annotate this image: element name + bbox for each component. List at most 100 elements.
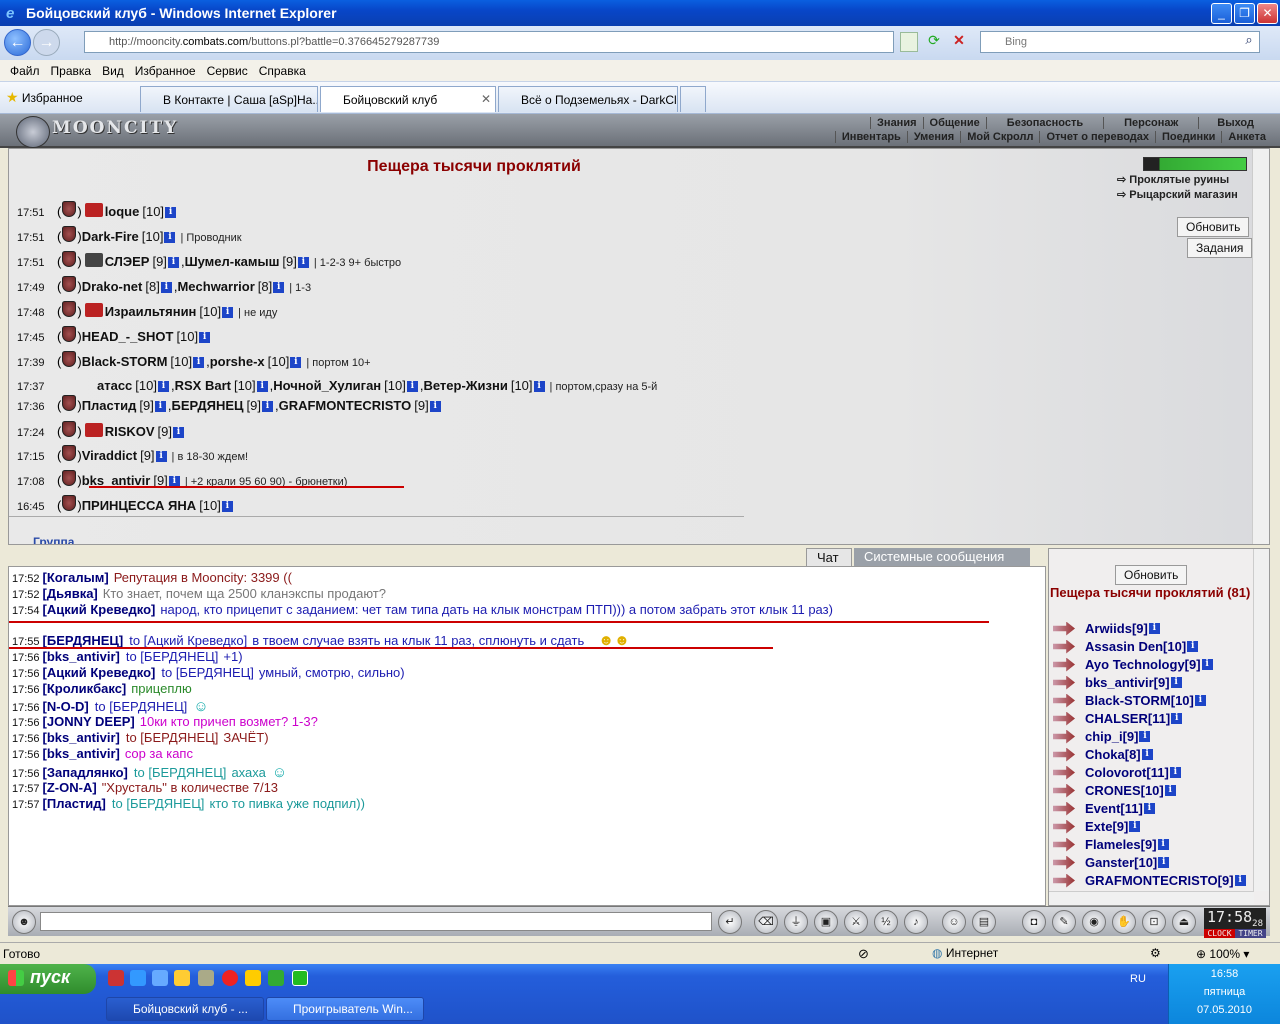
user-nick[interactable]: GRAFMONTECRISTO [1085,873,1218,888]
user-arrow-icon[interactable] [1053,819,1075,834]
refresh-users-button[interactable]: Обновить [1115,565,1188,585]
info-icon[interactable]: i [221,501,233,512]
maximize-button[interactable]: ❐ [1234,3,1255,24]
user-nick[interactable]: Assasin Den [1085,639,1163,654]
chat-author[interactable]: [N-O-D] [43,699,89,714]
send-icon[interactable]: ↵ [718,910,742,934]
chat-recipient[interactable]: to [БЕРДЯНЕЦ] [112,796,205,811]
chat-author[interactable]: [bks_antivir] [43,649,120,664]
user-nick[interactable]: CRONES [1085,783,1141,798]
tab-darkclub[interactable]: Всё о Подземельях - DarkCl... [498,86,678,112]
ratio-icon[interactable]: ½ [874,910,898,934]
chat-recipient[interactable]: to [БЕРДЯНЕЦ] [126,649,219,664]
info-icon[interactable]: i [261,401,273,412]
user-arrow-icon[interactable] [1053,765,1075,780]
forward-button[interactable]: → [33,29,60,56]
info-icon[interactable]: i [173,427,184,438]
eraser-icon[interactable]: ⌫ [754,910,778,934]
user-nick[interactable]: bks_antivir [1085,675,1154,690]
user-arrow-icon[interactable] [1053,675,1075,690]
minimize-button[interactable]: _ [1211,3,1232,24]
group-link[interactable]: Группа [33,535,74,544]
exit-icon[interactable]: ⏏ [1172,910,1196,934]
tab-system-messages[interactable]: Системные сообщения [854,548,1030,566]
menu-profile[interactable]: Анкета [1221,131,1272,143]
player-nick[interactable]: porshe-x [210,354,265,369]
search-input[interactable]: Bing [980,31,1260,53]
menu-help[interactable]: Справка [259,64,306,78]
info-icon[interactable]: i [273,282,285,293]
info-icon[interactable]: i [1201,658,1213,670]
menu-exit[interactable]: Выход [1198,117,1272,129]
info-icon[interactable]: i [1143,802,1155,814]
player-nick[interactable]: Viraddict [82,448,137,463]
room-scrollbar[interactable] [1252,149,1269,544]
start-button[interactable]: пуск [0,964,96,994]
smiley-icon[interactable]: ☺ [942,910,966,934]
chat-author[interactable]: [JONNY DEEP] [43,714,135,729]
user-nick[interactable]: chip_i [1085,729,1123,744]
protected-mode-icon[interactable]: ⚙ [1150,946,1161,960]
menu-file[interactable]: Файл [10,64,40,78]
player-nick[interactable]: БЕРДЯНЕЦ [171,398,243,413]
zoom-level[interactable]: ⊕ 100% ▾ [1196,947,1249,961]
player-nick[interactable]: Mechwarrior [177,279,254,294]
quicklaunch-media-icon[interactable] [245,970,261,986]
close-button[interactable]: ✕ [1257,3,1278,24]
sound-icon[interactable]: ♪ [904,910,928,934]
tab-vkontakte[interactable]: В Контакте | Саша [aSp]На... [140,86,318,112]
quicklaunch-explorer-icon[interactable] [152,970,168,986]
user-nick[interactable]: Choka [1085,747,1125,762]
filter-icon[interactable]: ⏚ [784,910,808,934]
compat-icon[interactable] [900,32,918,52]
chat-recipient[interactable]: to [БЕРДЯНЕЦ] [95,699,188,714]
info-icon[interactable]: i [1194,694,1206,706]
screen-icon[interactable]: ▤ [972,910,996,934]
chat-recipient[interactable]: to [БЕРДЯНЕЦ] [134,765,227,780]
user-arrow-icon[interactable] [1053,873,1075,888]
info-icon[interactable]: i [167,257,179,268]
save-icon[interactable]: ▣ [814,910,838,934]
user-arrow-icon[interactable] [1053,657,1075,672]
user-arrow-icon[interactable] [1053,621,1075,636]
users-scrollbar[interactable] [1253,549,1269,891]
info-icon[interactable]: i [165,207,177,218]
chat-input[interactable] [40,912,712,931]
quicklaunch-opera-icon[interactable] [108,970,124,986]
user-arrow-icon[interactable] [1053,693,1075,708]
users-hscrollbar[interactable] [1049,891,1254,905]
info-icon[interactable]: i [429,401,441,412]
favorites-button[interactable]: ★ Избранное [6,89,83,106]
info-icon[interactable]: i [1169,766,1181,778]
language-indicator[interactable]: RU [1130,973,1146,985]
chat-author[interactable]: [Кроликбакс] [43,681,127,696]
player-nick[interactable]: Шумел-камыш [185,254,280,269]
menu-communication[interactable]: Общение [922,117,986,129]
chat-author[interactable]: [bks_antivir] [43,746,120,761]
refresh-room-button[interactable]: Обновить [1177,217,1250,237]
menu-knowledge[interactable]: Знания [870,117,922,129]
link-knight-shop[interactable]: ⇨ Рыцарский магазин [1117,188,1247,201]
chat-recipient[interactable]: to [БЕРДЯНЕЦ] [126,730,219,745]
player-nick[interactable]: HEAD_-_SHOT [82,329,174,344]
user-nick[interactable]: Exte [1085,819,1112,834]
chat-recipient[interactable]: to [Ацкий Креведко] [129,633,247,648]
user-arrow-icon[interactable] [1053,783,1075,798]
tab-close-icon[interactable]: ✕ [481,92,491,106]
menu-favorites[interactable]: Избранное [135,64,196,78]
bag-icon[interactable]: ◘ [1022,910,1046,934]
menu-tools[interactable]: Сервис [207,64,248,78]
user-arrow-icon[interactable] [1053,801,1075,816]
player-nick[interactable]: Black-STORM [82,354,168,369]
menu-edit[interactable]: Правка [51,64,92,78]
menu-security[interactable]: Безопасность [985,117,1103,129]
player-nick[interactable]: Dark-Fire [82,229,139,244]
menu-scroll[interactable]: Мой Скролл [960,131,1039,143]
tab-chat[interactable]: Чат [806,548,852,566]
player-nick[interactable]: Пластид [82,398,137,413]
quicklaunch-opera2-icon[interactable] [222,970,238,986]
info-icon[interactable]: i [164,232,176,243]
info-icon[interactable]: i [1187,640,1199,652]
chat-author[interactable]: [Z-ON-A] [43,780,97,795]
quicklaunch-folder-icon[interactable] [174,970,190,986]
